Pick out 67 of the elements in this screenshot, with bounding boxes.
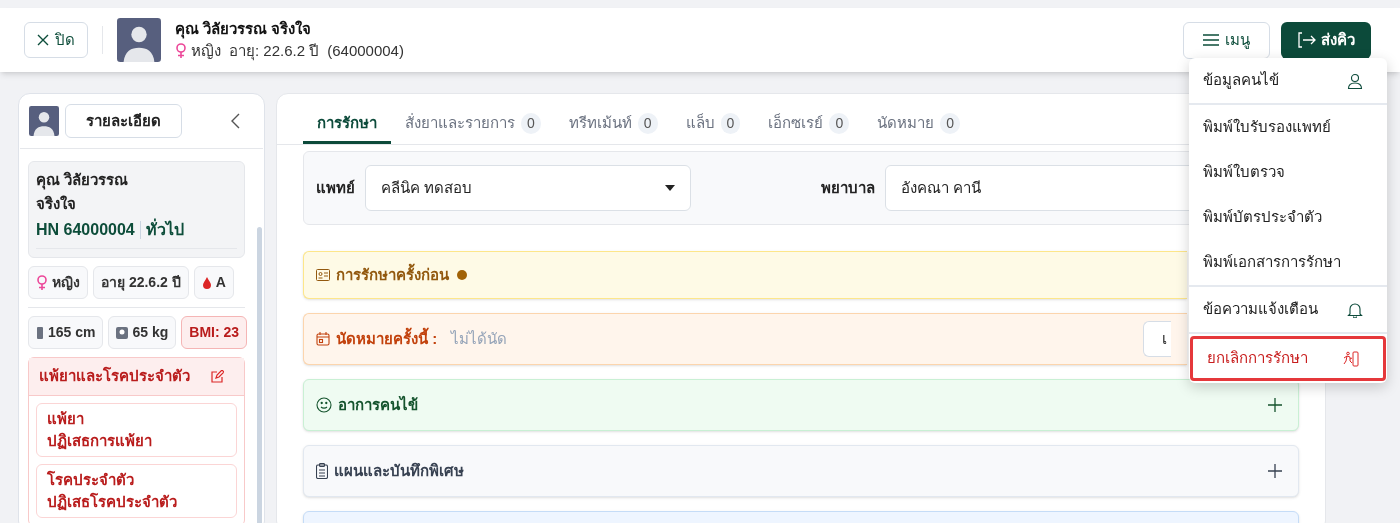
height-chip: 165 cm [28, 316, 104, 349]
allergy-item: โรคประจำตัว ปฏิเสธโรคประจำตัว [36, 464, 237, 518]
doctor-select[interactable]: คลีนิค ทดสอบ [365, 165, 691, 211]
allergy-title: แพ้ยาและโรคประจำตัว [39, 366, 190, 387]
plus-icon[interactable] [1268, 398, 1282, 412]
age-chip: อายุ 22.6.2 ปี [93, 266, 189, 299]
exit-icon [1297, 32, 1317, 48]
appointment-button[interactable]: เ [1143, 321, 1171, 357]
appointment-section[interactable]: นัดหมายครั้งนี้ : ไม่ได้นัด เ [303, 313, 1187, 365]
close-button[interactable]: ปิด [24, 22, 88, 58]
doctor-label: แพทย์ [316, 177, 355, 198]
patient-age: อายุ: 22.6.2 ปี [229, 41, 320, 63]
patient-id: (64000004) [327, 41, 404, 61]
hn-number: HN 64000004 [36, 220, 135, 240]
dropdown-icon [665, 185, 675, 191]
plan-section[interactable]: แผนและบันทึกพิเศษ [303, 445, 1299, 497]
bmi-chip: BMI: 23 [181, 316, 247, 349]
appointment-value: ไม่ได้นัด [451, 328, 508, 349]
blood-chip: A [193, 266, 234, 299]
details-button[interactable]: รายละเอียด [65, 104, 182, 138]
exit-run-icon [1343, 350, 1359, 367]
menu-icon [1203, 34, 1219, 46]
tab[interactable]: การรักษา [303, 106, 391, 144]
patient-type: ทั่วไป [145, 216, 184, 244]
patient-gender: หญิง [191, 41, 221, 61]
female-icon [175, 43, 187, 60]
sidebar-patient-name: คุณ วิลัยวรรณ [36, 170, 130, 192]
weight-chip: 65 kg [108, 316, 177, 349]
close-icon [37, 34, 49, 46]
section-title: นัดหมายครั้งนี้ : [336, 327, 438, 349]
menu-item[interactable]: พิมพ์ใบรับรองแพทย์ [1189, 105, 1387, 150]
section-title: การรักษาครั้งก่อน [336, 263, 449, 285]
menu-item[interactable]: พิมพ์เอกสารการรักษา [1189, 240, 1387, 285]
tab[interactable]: นัดหมาย 0 [863, 106, 974, 144]
menu-item[interactable]: ยกเลิกการรักษา [1190, 336, 1386, 381]
female-icon [36, 274, 48, 291]
drop-icon [201, 276, 212, 289]
scale-icon [116, 326, 129, 339]
avatar-icon [117, 18, 161, 62]
id-card-icon [316, 269, 330, 281]
nurse-label: พยาบาล [821, 177, 875, 198]
tab[interactable]: แล็บ 0 [671, 106, 755, 144]
gender-chip: หญิง [28, 266, 88, 299]
tab[interactable]: ทรีทเม้นท์ 0 [554, 106, 672, 144]
menu-item[interactable]: ข้อความแจ้งเตือน [1189, 287, 1387, 332]
tab[interactable]: สั่งยาและรายการ 0 [391, 106, 555, 144]
collapse-icon[interactable] [230, 113, 240, 129]
ruler-icon [36, 326, 44, 339]
sidebar-patient-surname: จริงใจ [36, 194, 77, 214]
tab[interactable]: เอ็กซเรย์ 0 [754, 106, 864, 144]
section-title: แผนและบันทึกพิเศษ [334, 460, 464, 481]
edit-icon[interactable] [210, 369, 224, 384]
clipboard-icon [316, 463, 328, 479]
patient-name: คุณ วิลัยวรรณ จริงใจ [175, 18, 313, 40]
allergy-item: แพ้ยา ปฏิเสธการแพ้ยา [36, 403, 237, 457]
section-title: อาการคนไข้ [338, 394, 418, 415]
send-queue-button[interactable]: ส่งคิว [1281, 21, 1371, 59]
avatar-icon [29, 106, 59, 136]
calendar-icon [316, 332, 330, 346]
plus-icon[interactable] [1268, 464, 1282, 478]
symptoms-section[interactable]: อาการคนไข้ [303, 379, 1299, 431]
scrollbar[interactable] [257, 227, 262, 523]
previous-section[interactable]: การรักษาครั้งก่อน [303, 251, 1187, 299]
menu-item[interactable]: ข้อมูลคนไข้ [1189, 58, 1387, 103]
bell-icon [1347, 301, 1363, 318]
smile-icon [316, 397, 332, 413]
user-icon [1347, 72, 1363, 89]
